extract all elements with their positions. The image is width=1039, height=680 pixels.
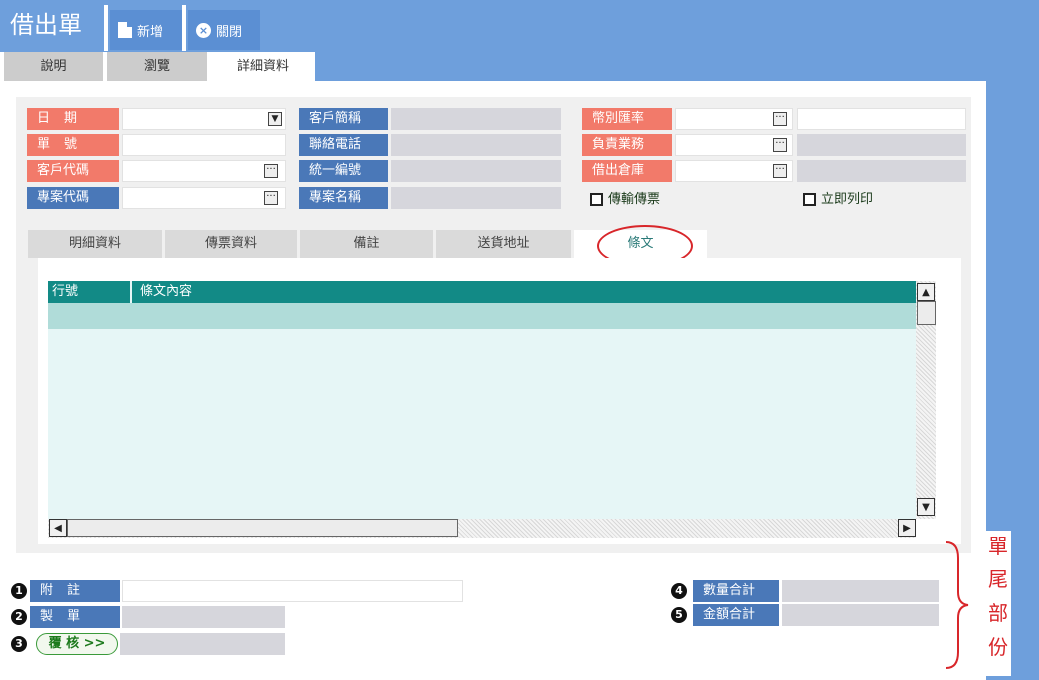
- brace-annotation: [945, 541, 969, 669]
- project-name-label: 專案名稱: [299, 187, 388, 209]
- customer-short-label: 客戶簡稱: [299, 108, 388, 130]
- more-icon[interactable]: ···: [773, 164, 787, 178]
- tab-browse[interactable]: 瀏覽: [107, 52, 207, 81]
- sales-rep-name-field: [797, 134, 966, 156]
- chevron-down-icon[interactable]: ▼: [268, 112, 282, 126]
- project-code-label: 專案代碼: [27, 187, 119, 209]
- subtab-detail[interactable]: 明細資料: [28, 230, 165, 258]
- subtab-voucher[interactable]: 傳票資料: [165, 230, 300, 258]
- amount-total-field: [782, 604, 939, 626]
- toolbar-separator: [182, 5, 186, 51]
- new-document-icon: [118, 22, 132, 38]
- number-4-icon: 4: [671, 583, 687, 599]
- qty-total-label: 數量合計: [693, 580, 779, 602]
- date-field[interactable]: [122, 108, 286, 130]
- table-row[interactable]: [48, 303, 916, 329]
- print-now-checkbox[interactable]: [803, 193, 816, 206]
- doc-number-field[interactable]: [122, 134, 286, 156]
- customer-code-field[interactable]: [122, 160, 286, 182]
- subtab-remarks[interactable]: 備註: [300, 230, 436, 258]
- customer-short-field: [391, 108, 561, 130]
- more-icon[interactable]: ···: [264, 164, 278, 178]
- subtab-delivery-address[interactable]: 送貨地址: [436, 230, 574, 258]
- currency-rate-label: 幣別匯率: [582, 108, 672, 130]
- close-button[interactable]: × 關閉: [188, 10, 260, 50]
- maker-field: [122, 606, 285, 628]
- doc-number-label: 單號: [27, 134, 119, 156]
- date-label: 日期: [27, 108, 119, 130]
- scroll-left-icon[interactable]: ◀: [49, 519, 67, 537]
- column-header-line-no[interactable]: 行號: [48, 281, 132, 303]
- more-icon[interactable]: ···: [773, 138, 787, 152]
- warehouse-name-field: [797, 160, 966, 182]
- annotation-char: 部: [985, 600, 1011, 626]
- project-name-field: [391, 187, 561, 209]
- tax-id-field: [391, 160, 561, 182]
- note-field[interactable]: [122, 580, 463, 602]
- transfer-voucher-checkbox[interactable]: [590, 193, 603, 206]
- window-title: 借出單: [10, 11, 82, 39]
- review-button[interactable]: 覆 核 >>: [36, 633, 118, 655]
- tab-details[interactable]: 詳細資料: [211, 52, 315, 81]
- new-button-label: 新增: [137, 24, 164, 40]
- annotation-char: 份: [985, 634, 1011, 660]
- maker-label: 製單: [30, 606, 120, 628]
- qty-total-field: [782, 580, 939, 602]
- phone-field: [391, 134, 561, 156]
- close-button-label: 關閉: [216, 24, 243, 40]
- number-5-icon: 5: [671, 607, 687, 623]
- annotation-char: 尾: [985, 566, 1011, 592]
- number-2-icon: 2: [11, 609, 27, 625]
- close-icon: ×: [196, 22, 211, 38]
- project-code-field[interactable]: [122, 187, 286, 209]
- column-header-clause-content[interactable]: 條文內容: [136, 281, 436, 303]
- number-1-icon: 1: [11, 583, 27, 599]
- warehouse-label: 借出倉庫: [582, 160, 672, 182]
- tabbar-background: [315, 52, 986, 81]
- transfer-voucher-label: 傳輸傳票: [608, 192, 661, 207]
- customer-code-label: 客戶代碼: [27, 160, 119, 182]
- sales-rep-label: 負責業務: [582, 134, 672, 156]
- tab-description[interactable]: 說明: [4, 52, 103, 81]
- toolbar-separator: [104, 5, 108, 51]
- phone-label: 聯絡電話: [299, 134, 388, 156]
- amount-total-label: 金額合計: [693, 604, 779, 626]
- scroll-right-icon[interactable]: ▶: [898, 519, 916, 537]
- vertical-scroll-thumb[interactable]: [917, 301, 936, 325]
- note-label: 附註: [30, 580, 120, 602]
- reviewer-field: [120, 633, 285, 655]
- more-icon[interactable]: ···: [773, 112, 787, 126]
- tax-id-label: 統一編號: [299, 160, 388, 182]
- new-button[interactable]: 新增: [110, 10, 182, 50]
- horizontal-scroll-thumb[interactable]: [67, 519, 458, 537]
- print-now-label: 立即列印: [821, 192, 874, 207]
- annotation-char: 單: [985, 533, 1011, 559]
- number-3-icon: 3: [11, 636, 27, 652]
- scroll-down-icon[interactable]: ▼: [917, 498, 935, 516]
- scroll-up-icon[interactable]: ▲: [917, 283, 935, 301]
- more-icon[interactable]: ···: [264, 191, 278, 205]
- exchange-rate-field[interactable]: [797, 108, 966, 130]
